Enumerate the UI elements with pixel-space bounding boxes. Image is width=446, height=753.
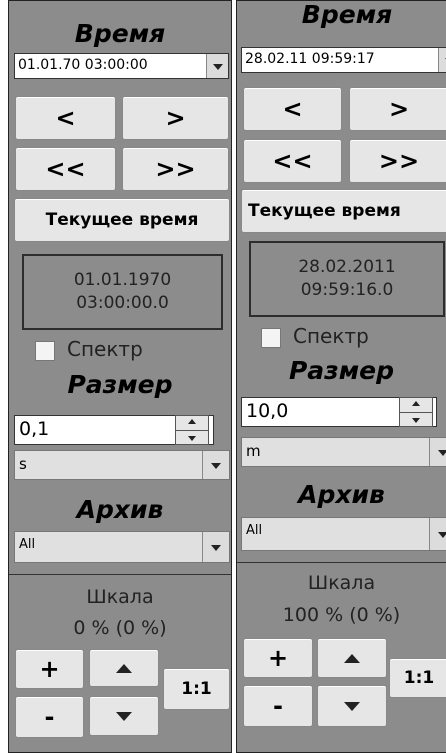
readout-date: 01.01.1970 [73,270,172,290]
prev-fast-button[interactable]: << [15,147,116,191]
divider [237,562,446,563]
stepper-up-icon[interactable] [188,419,196,424]
archive-value: All [246,523,263,538]
unit-value: s [19,455,27,473]
scale-value: 100 % (0 %) [282,604,401,626]
readout-date: 28.02.2011 [298,257,396,277]
datetime-combo[interactable]: 01.01.70 03:00:00 [14,53,229,79]
chevron-down-icon[interactable] [438,48,446,72]
chevron-down-icon[interactable] [202,451,229,479]
spectrum-checkbox[interactable] [35,341,55,361]
zoom-out-button[interactable]: - [243,685,313,727]
chevron-down-icon[interactable] [206,54,228,78]
one-to-one-button[interactable]: 1:1 [163,668,230,710]
unit-select[interactable]: m [241,437,446,467]
time-title: Время [74,19,166,48]
unit-select[interactable]: s [14,450,230,480]
stepper-down-icon[interactable] [188,436,196,441]
control-panel-left: Время 01.01.70 03:00:00 < > << >> Текуще… [8,0,232,753]
prev-button[interactable]: < [243,87,342,131]
scroll-up-button[interactable] [89,649,159,687]
spectrum-checkbox[interactable] [261,328,281,348]
chevron-down-icon[interactable] [202,532,229,562]
one-to-one-button[interactable]: 1:1 [389,658,446,698]
spectrum-label: Спектр [293,324,369,348]
stepper-up-icon[interactable] [412,401,420,406]
readout-time: 03:00:00.0 [76,293,169,313]
archive-title: Архив [298,480,385,509]
archive-title: Архив [76,495,164,524]
next-button[interactable]: > [122,96,229,140]
size-title: Размер [288,356,394,385]
archive-value: All [19,537,36,552]
size-stepper[interactable] [175,415,209,445]
size-title: Размер [67,370,173,399]
stepper-down-icon[interactable] [412,418,420,423]
prev-button[interactable]: < [15,96,116,140]
next-fast-button[interactable]: >> [122,147,229,191]
readout-time: 09:59:16.0 [300,280,394,300]
chevron-down-icon[interactable] [429,438,446,466]
scale-label: Шкала [86,586,154,608]
unit-value: m [246,442,261,460]
zoom-in-button[interactable]: + [15,649,84,689]
next-button[interactable]: > [349,87,446,131]
current-time-button[interactable]: Текущее время [14,198,230,242]
divider [9,574,231,575]
scroll-up-button[interactable] [317,638,387,678]
chevron-down-icon[interactable] [429,518,446,550]
datetime-combo[interactable]: 28.02.11 09:59:17 [241,47,446,73]
scale-value: 0 % (0 %) [73,617,167,639]
zoom-in-button[interactable]: + [243,638,313,678]
next-fast-button[interactable]: >> [349,139,446,183]
archive-select[interactable]: All [241,517,446,551]
datetime-value: 01.01.70 03:00:00 [18,57,148,73]
prev-fast-button[interactable]: << [243,139,342,183]
archive-select[interactable]: All [14,531,230,563]
scroll-down-button[interactable] [89,696,159,736]
zoom-out-button[interactable]: - [15,696,84,738]
time-readout: 28.02.2011 09:59:16.0 [249,241,445,317]
spectrum-label: Спектр [67,337,143,361]
size-stepper[interactable] [399,397,433,427]
control-panel-right: Время 28.02.11 09:59:17 < > << >> Текуще… [236,0,446,753]
time-title: Время [301,0,393,29]
current-time-button[interactable]: Текущее время [241,189,446,233]
scroll-down-button[interactable] [317,685,387,727]
time-readout: 01.01.1970 03:00:00.0 [22,254,223,330]
datetime-value: 28.02.11 09:59:17 [245,51,375,67]
scale-label: Шкала [307,572,376,594]
